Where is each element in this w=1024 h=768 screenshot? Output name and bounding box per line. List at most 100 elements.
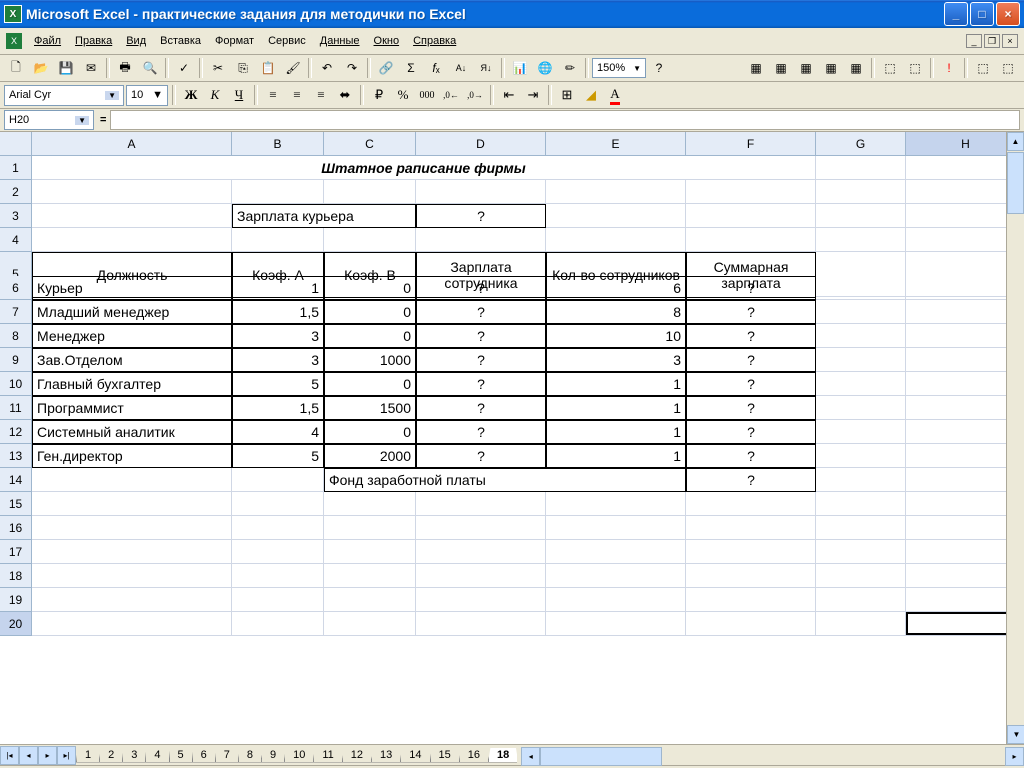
row-header[interactable]: 17 xyxy=(0,540,32,564)
paste-button[interactable]: 📋 xyxy=(256,56,280,80)
cell[interactable] xyxy=(324,588,416,612)
cell[interactable]: 1 xyxy=(546,396,686,420)
sheet-tab[interactable]: 7 xyxy=(215,748,239,763)
cell[interactable] xyxy=(324,516,416,540)
sort-desc-button[interactable]: Я↓ xyxy=(474,56,498,80)
cell[interactable] xyxy=(324,228,416,252)
cell[interactable] xyxy=(816,348,906,372)
cell[interactable] xyxy=(32,612,232,636)
row-header[interactable]: 18 xyxy=(0,564,32,588)
cell[interactable] xyxy=(816,540,906,564)
sheet-tab[interactable]: 4 xyxy=(145,748,169,763)
formula-equals-icon[interactable]: = xyxy=(100,114,106,126)
row-header[interactable]: 16 xyxy=(0,516,32,540)
window-maximize-button[interactable]: □ xyxy=(970,2,994,26)
cell[interactable] xyxy=(686,492,816,516)
scroll-down-button[interactable]: ▼ xyxy=(1007,725,1024,744)
cell[interactable] xyxy=(686,540,816,564)
sheet-tab[interactable]: 3 xyxy=(122,748,146,763)
pivot-b3[interactable]: ▦ xyxy=(794,56,818,80)
pivot-b5[interactable]: ▦ xyxy=(844,56,868,80)
format-painter-button[interactable]: 🖌 xyxy=(281,56,305,80)
merge-center-button[interactable]: ⬌ xyxy=(334,84,356,106)
cell[interactable]: Штатное раписание фирмы xyxy=(32,156,816,180)
row-header[interactable]: 2 xyxy=(0,180,32,204)
tab-next-button[interactable]: ▸ xyxy=(38,746,57,765)
sheet-tab[interactable]: 6 xyxy=(192,748,216,763)
cell[interactable]: 5 xyxy=(232,372,324,396)
field-b2[interactable]: ⬚ xyxy=(996,56,1020,80)
cell[interactable]: 6 xyxy=(546,276,686,300)
sheet-tab[interactable]: 1 xyxy=(76,748,100,763)
cell[interactable] xyxy=(816,372,906,396)
cell[interactable] xyxy=(232,468,324,492)
cell[interactable]: ? xyxy=(686,468,816,492)
formula-input[interactable] xyxy=(110,110,1020,130)
name-box[interactable]: H20 ▼ xyxy=(4,110,94,130)
cell[interactable]: 2000 xyxy=(324,444,416,468)
cell[interactable] xyxy=(546,516,686,540)
cell-grid[interactable]: ABCDEFGH1Штатное раписание фирмы23Зарпла… xyxy=(0,132,1024,636)
cell[interactable]: Зарплата курьера xyxy=(232,204,416,228)
function-button[interactable]: fₓ xyxy=(424,56,448,80)
cell[interactable] xyxy=(232,516,324,540)
align-left-button[interactable]: ≡ xyxy=(262,84,284,106)
row-header[interactable]: 14 xyxy=(0,468,32,492)
cell[interactable] xyxy=(416,588,546,612)
cell[interactable]: 0 xyxy=(324,300,416,324)
cell[interactable] xyxy=(416,492,546,516)
copy-button[interactable]: ⎘ xyxy=(231,56,255,80)
cell[interactable]: Ген.директор xyxy=(32,444,232,468)
cell[interactable] xyxy=(232,540,324,564)
sheet-tab[interactable]: 9 xyxy=(261,748,285,763)
cell[interactable] xyxy=(546,540,686,564)
cell[interactable] xyxy=(546,564,686,588)
menu-file[interactable]: Файл xyxy=(28,33,67,49)
cell[interactable] xyxy=(686,516,816,540)
cell[interactable]: Курьер xyxy=(32,276,232,300)
row-header[interactable]: 10 xyxy=(0,372,32,396)
cell[interactable] xyxy=(686,180,816,204)
window-close-button[interactable]: × xyxy=(996,2,1020,26)
cell[interactable]: ? xyxy=(416,204,546,228)
cell[interactable] xyxy=(686,564,816,588)
row-header[interactable]: 7 xyxy=(0,300,32,324)
pivot-b2[interactable]: ▦ xyxy=(769,56,793,80)
cell[interactable]: 0 xyxy=(324,372,416,396)
redo-button[interactable]: ↷ xyxy=(340,56,364,80)
cell[interactable]: 3 xyxy=(232,324,324,348)
percent-button[interactable]: % xyxy=(392,84,414,106)
scroll-right-button[interactable]: ▸ xyxy=(1005,747,1024,766)
row-header[interactable]: 1 xyxy=(0,156,32,180)
bold-button[interactable]: Ж xyxy=(180,84,202,106)
mdi-close[interactable]: × xyxy=(1002,34,1018,48)
cell[interactable] xyxy=(546,588,686,612)
cell[interactable] xyxy=(32,228,232,252)
column-header[interactable]: G xyxy=(816,132,906,156)
cell[interactable] xyxy=(816,612,906,636)
cell[interactable] xyxy=(816,324,906,348)
cell[interactable]: ? xyxy=(686,324,816,348)
row-header[interactable]: 3 xyxy=(0,204,32,228)
cell[interactable]: 1 xyxy=(546,420,686,444)
autosum-button[interactable]: Σ xyxy=(399,56,423,80)
sort-asc-button[interactable]: А↓ xyxy=(449,56,473,80)
increase-indent-button[interactable]: ⇥ xyxy=(522,84,544,106)
cell[interactable] xyxy=(324,180,416,204)
row-header[interactable]: 12 xyxy=(0,420,32,444)
menu-window[interactable]: Окно xyxy=(368,33,406,49)
menu-data[interactable]: Данные xyxy=(314,33,366,49)
cell[interactable] xyxy=(546,228,686,252)
menu-insert[interactable]: Вставка xyxy=(154,33,207,49)
cell[interactable] xyxy=(32,516,232,540)
tab-first-button[interactable]: |◂ xyxy=(0,746,19,765)
ungroup-button[interactable]: ⬚ xyxy=(903,56,927,80)
cell[interactable]: 4 xyxy=(232,420,324,444)
cell[interactable] xyxy=(546,180,686,204)
cell[interactable]: ? xyxy=(686,396,816,420)
underline-button[interactable]: Ч xyxy=(228,84,250,106)
menu-format[interactable]: Формат xyxy=(209,33,260,49)
vertical-scrollbar[interactable]: ▲ ▼ xyxy=(1006,132,1024,744)
cell[interactable]: 1500 xyxy=(324,396,416,420)
cell[interactable] xyxy=(32,204,232,228)
